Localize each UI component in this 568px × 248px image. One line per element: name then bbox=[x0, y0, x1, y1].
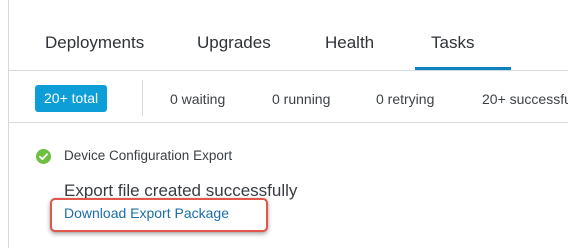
tab-health[interactable]: Health bbox=[325, 33, 374, 53]
filter-bar-divider bbox=[9, 122, 568, 123]
task-title: Device Configuration Export bbox=[64, 148, 233, 163]
filter-waiting[interactable]: 0 waiting bbox=[170, 91, 225, 107]
tab-deployments[interactable]: Deployments bbox=[45, 33, 144, 53]
filter-successful[interactable]: 20+ successful bbox=[482, 91, 568, 107]
check-circle-icon bbox=[36, 149, 51, 164]
filter-separator bbox=[142, 80, 143, 116]
download-export-link[interactable]: Download Export Package bbox=[64, 205, 229, 221]
filter-total-chip[interactable]: 20+ total bbox=[35, 85, 108, 112]
tab-tasks[interactable]: Tasks bbox=[431, 33, 474, 53]
tab-upgrades[interactable]: Upgrades bbox=[197, 33, 271, 53]
filter-running[interactable]: 0 running bbox=[272, 91, 330, 107]
filter-retrying[interactable]: 0 retrying bbox=[376, 91, 434, 107]
task-filter-bar: 20+ total 0 waiting 0 running 0 retrying… bbox=[9, 71, 568, 122]
